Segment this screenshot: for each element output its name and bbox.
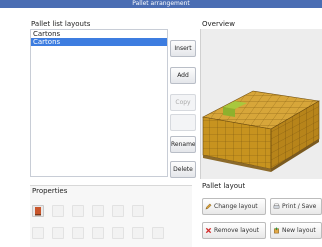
list-label: Pallet list layouts <box>31 20 91 28</box>
property-button[interactable] <box>32 227 44 239</box>
status-label: Pallet layout <box>202 182 246 190</box>
layout-list[interactable]: Cartons Cartons <box>30 29 168 177</box>
print-icon <box>273 203 280 209</box>
properties-panel: Properties <box>30 185 192 247</box>
delete-button[interactable]: Delete <box>170 161 196 178</box>
property-button[interactable] <box>92 227 104 239</box>
property-button[interactable] <box>132 205 144 217</box>
list-item[interactable]: Cartons <box>31 30 167 38</box>
list-item[interactable]: Cartons <box>31 38 167 46</box>
overview-label: Overview <box>202 20 235 28</box>
print-save-label: Print / Save <box>282 203 317 210</box>
disabled-button[interactable] <box>170 114 196 131</box>
new-layout-label: New layout <box>282 227 316 234</box>
new-layout-button[interactable]: New layout <box>270 222 322 239</box>
change-layout-button[interactable]: Change layout <box>202 198 266 215</box>
pallet-3d-preview[interactable] <box>200 29 322 179</box>
window-title: Pallet arrangement <box>0 0 322 8</box>
insert-button[interactable]: Insert <box>170 40 196 57</box>
print-save-button[interactable]: Print / Save <box>270 198 322 215</box>
remove-layout-label: Remove layout <box>214 227 259 234</box>
property-button[interactable] <box>132 227 144 239</box>
change-layout-label: Change layout <box>214 203 258 210</box>
add-button[interactable]: Add <box>170 67 196 84</box>
property-button[interactable] <box>92 205 104 217</box>
edit-icon <box>205 203 212 210</box>
pallet-icon-button[interactable] <box>32 205 44 217</box>
remove-layout-button[interactable]: Remove layout <box>202 222 266 239</box>
property-button[interactable] <box>152 227 164 239</box>
property-button[interactable] <box>52 227 64 239</box>
pallet-icon <box>35 207 41 216</box>
property-button[interactable] <box>72 205 84 217</box>
properties-label: Properties <box>32 187 68 195</box>
delete-icon <box>205 227 212 234</box>
carton-stack-graphic <box>202 90 320 172</box>
new-icon <box>274 227 279 234</box>
property-button[interactable] <box>72 227 84 239</box>
copy-button[interactable]: Copy <box>170 94 196 111</box>
rename-button[interactable]: Rename <box>170 136 196 153</box>
property-button[interactable] <box>112 205 124 217</box>
property-button[interactable] <box>52 205 64 217</box>
property-button[interactable] <box>112 227 124 239</box>
